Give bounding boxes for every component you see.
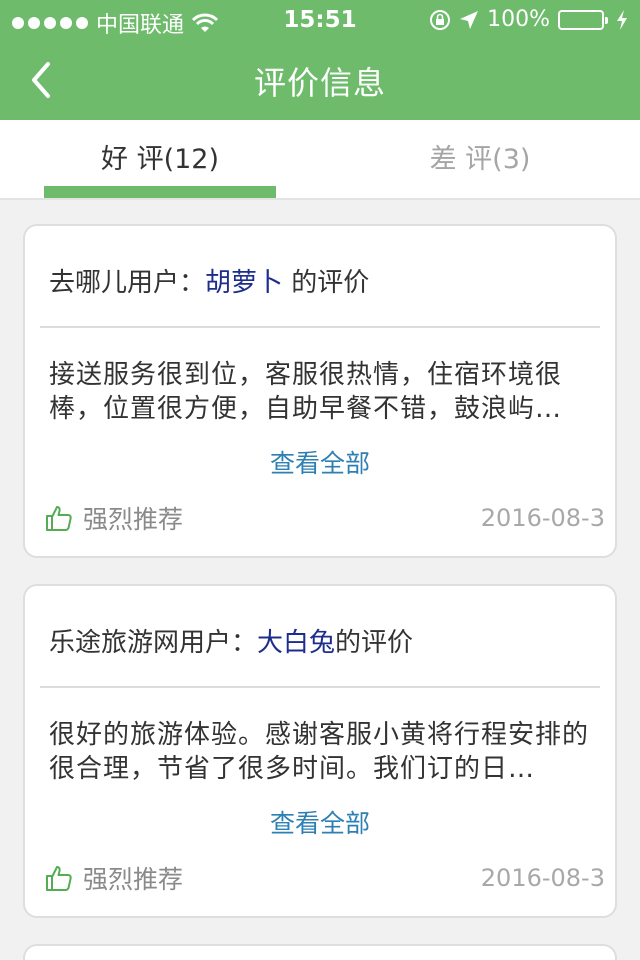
divider bbox=[40, 686, 600, 688]
page-title: 评价信息 bbox=[253, 64, 386, 102]
tab-bad-reviews[interactable]: 差 评(3) bbox=[320, 120, 640, 200]
review-text: 接送服务很到位，客服很热情，住宿环境很棒，位置很方便，自助早餐不错，鼓浪屿… bbox=[49, 360, 563, 424]
active-tab-indicator bbox=[44, 186, 276, 198]
review-card: 乐途旅游网用户：大白兔的评价 很好的旅游体验。感谢客服小黄将行程安排的很合理，节… bbox=[23, 584, 617, 918]
thumbs-up-icon bbox=[46, 506, 72, 531]
battery-percent: 100% bbox=[487, 7, 550, 32]
recommend-label: 强烈推荐 bbox=[83, 865, 184, 894]
battery-icon bbox=[558, 9, 608, 30]
nav-bar: 评价信息 bbox=[0, 40, 640, 120]
recommend-tag: 强烈推荐 bbox=[45, 500, 183, 536]
review-username[interactable]: 胡萝卜 bbox=[205, 268, 283, 298]
divider bbox=[40, 326, 600, 328]
view-all-link[interactable]: 查看全部 bbox=[25, 444, 615, 480]
review-source: 去哪儿用户： bbox=[49, 268, 206, 298]
orientation-lock-icon bbox=[430, 9, 451, 30]
review-card: 去哪儿用户：胡萝卜 的评价 接送服务很到位，客服很热情，住宿环境很棒，位置很方便… bbox=[23, 224, 617, 558]
charging-icon bbox=[617, 9, 627, 30]
review-header: 去哪儿用户：胡萝卜 的评价 bbox=[49, 262, 369, 299]
review-username[interactable]: 大白兔 bbox=[257, 628, 335, 658]
review-text: 很好的旅游体验。感谢客服小黄将行程安排的很合理，节省了很多时间。我们订的日… bbox=[49, 720, 590, 784]
review-card-partial bbox=[23, 944, 617, 960]
location-icon bbox=[460, 10, 479, 29]
recommend-tag: 强烈推荐 bbox=[45, 860, 183, 896]
review-suffix: 的评价 bbox=[335, 628, 414, 658]
review-header: 乐途旅游网用户：大白兔的评价 bbox=[49, 622, 413, 659]
thumbs-up-icon bbox=[46, 866, 72, 891]
header: 中国联通 15:51 100% 评价信息 bbox=[0, 0, 640, 120]
status-bar: 中国联通 15:51 100% bbox=[0, 0, 640, 40]
status-right: 100% bbox=[429, 7, 628, 32]
review-date: 2016-08-3 bbox=[480, 504, 605, 532]
review-suffix: 的评价 bbox=[283, 268, 370, 298]
recommend-label: 强烈推荐 bbox=[83, 505, 184, 534]
view-all-link[interactable]: 查看全部 bbox=[25, 804, 615, 840]
review-source: 乐途旅游网用户： bbox=[49, 628, 258, 658]
review-date: 2016-08-3 bbox=[480, 864, 605, 892]
